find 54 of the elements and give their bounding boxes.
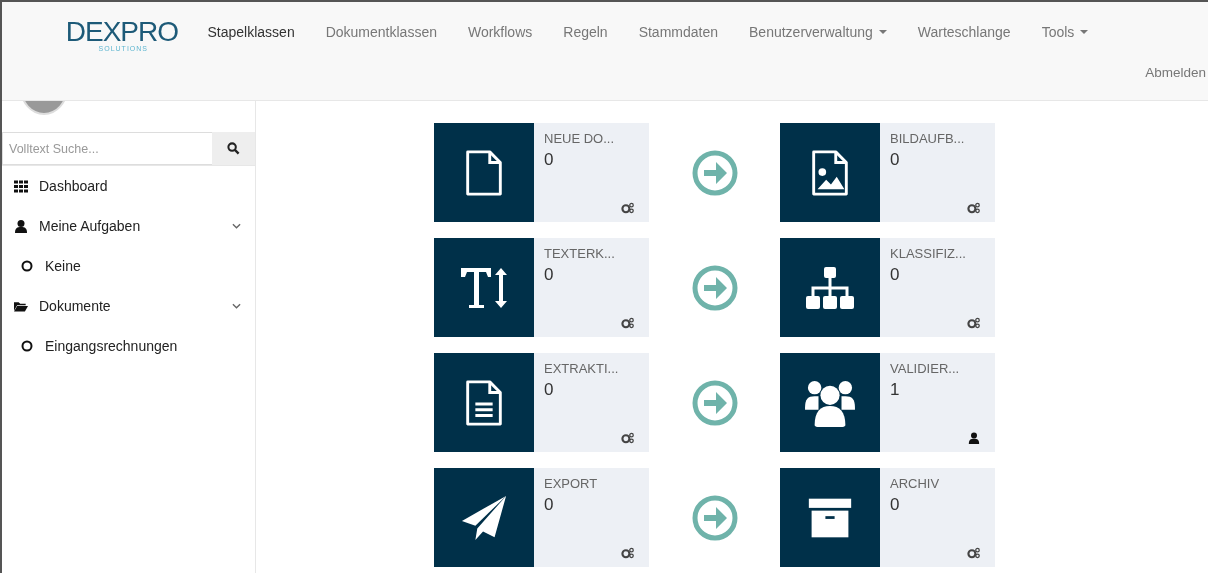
- gears-icon: [621, 202, 635, 214]
- gears-icon: [967, 202, 981, 214]
- arrow-right-circle-icon: [691, 379, 738, 426]
- nav-link[interactable]: Stammdaten: [623, 22, 734, 42]
- step-count: 0: [544, 495, 555, 515]
- sidebar-item[interactable]: Meine Aufgaben: [2, 206, 255, 246]
- nav-link[interactable]: Workflows: [452, 22, 548, 42]
- users-icon: [803, 378, 857, 427]
- step-title: BILDAUFB...: [890, 131, 966, 146]
- step-title: VALIDIER...: [890, 361, 961, 376]
- gears-icon: [621, 317, 635, 329]
- step-count: 0: [890, 265, 901, 285]
- step-title: NEUE DO...: [544, 131, 616, 146]
- sidebar-item[interactable]: Eingangsrechnungen: [2, 326, 255, 366]
- logo-wordmark: DEXPRO: [65, 19, 178, 45]
- search-field[interactable]: Volltext Suche...: [2, 132, 212, 165]
- arrow-right-circle-icon: [691, 149, 738, 196]
- nav-link[interactable]: Tools: [1026, 22, 1104, 42]
- nav-link[interactable]: Benutzerverwaltung: [733, 22, 903, 42]
- step-title: ARCHIV: [890, 476, 941, 491]
- sidebar-item[interactable]: Dokumente: [2, 286, 255, 326]
- logout-link[interactable]: Abmelden: [1145, 62, 1208, 82]
- arrow-right-circle-icon: [691, 494, 738, 541]
- step-title: TEXTERK...: [544, 246, 616, 261]
- nav-link[interactable]: Dokumentklassen: [310, 22, 453, 42]
- text-height-icon: [459, 265, 509, 310]
- step-count: 0: [544, 380, 555, 400]
- grid-icon: [14, 179, 28, 193]
- step-count: 0: [890, 150, 901, 170]
- step-count: 0: [544, 265, 555, 285]
- step-count: 0: [890, 495, 901, 515]
- gears-icon: [967, 547, 981, 559]
- arrow-right-circle-icon: [691, 264, 738, 311]
- sitemap-icon: [805, 265, 855, 310]
- folder-icon: [14, 299, 28, 313]
- nav-link[interactable]: Warteschlange: [902, 22, 1027, 42]
- gears-icon: [967, 317, 981, 329]
- step-title: EXTRAKTI...: [544, 361, 620, 376]
- nav-link[interactable]: Stapelklassen: [192, 22, 311, 42]
- circle-icon: [21, 260, 33, 272]
- sidebar-item[interactable]: Keine: [2, 246, 255, 286]
- step-count: 1: [890, 380, 901, 400]
- user-icon: [14, 219, 28, 233]
- search-button[interactable]: [212, 132, 255, 165]
- gears-icon: [621, 547, 635, 559]
- gears-icon: [621, 432, 635, 444]
- user-icon: [967, 432, 981, 444]
- circle-icon: [21, 340, 33, 352]
- nav-link[interactable]: Regeln: [547, 22, 624, 42]
- step-title: KLASSIFIZ...: [890, 246, 967, 261]
- search-icon: [227, 142, 240, 155]
- step-title: EXPORT: [544, 476, 599, 491]
- sidebar-item[interactable]: Dashboard: [2, 166, 255, 206]
- step-count: 0: [544, 150, 555, 170]
